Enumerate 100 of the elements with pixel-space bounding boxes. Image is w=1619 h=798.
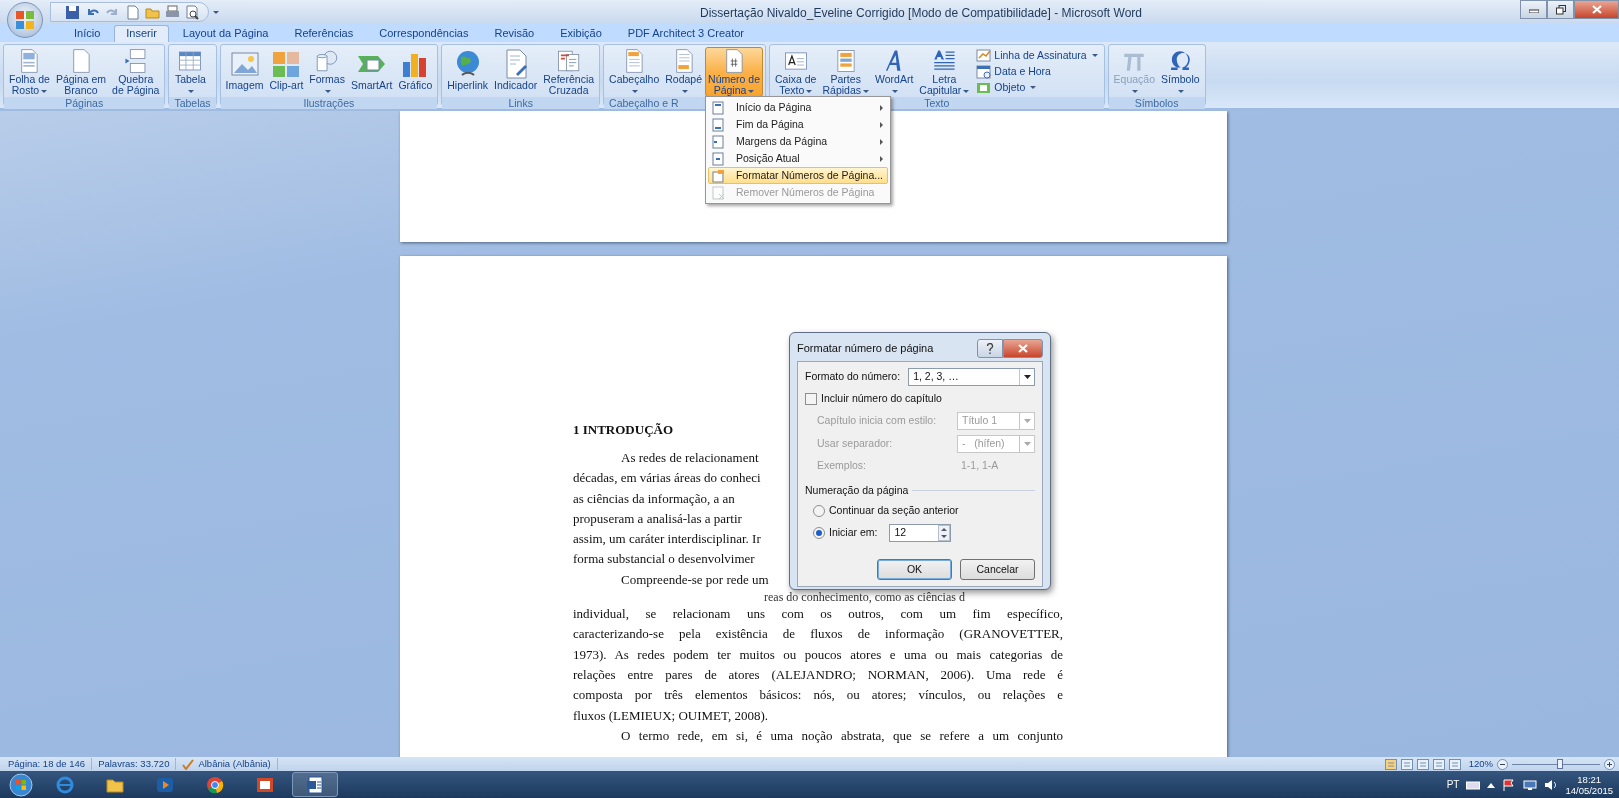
spinner-arrows-icon (938, 525, 951, 541)
print-preview-icon[interactable] (185, 4, 200, 20)
overlapping-text: reas do conhecimento, como as ciências d (764, 590, 965, 605)
field-label: Capítulo inicia com estilo: (817, 412, 938, 428)
ribbon-button[interactable]: Número de Página (705, 47, 763, 97)
ribbon-button[interactable]: Rodapé (662, 47, 706, 97)
restore-icon (1555, 4, 1566, 15)
ribbon-button[interactable]: Letra Capitular (916, 47, 973, 97)
window-title: Dissertação Nivaldo_Eveline Corrigido [Modo de Compatibilidade] - Microsoft Word (700, 5, 1142, 22)
language-label: Albânia (Albânia) (198, 758, 271, 770)
ribbon-button[interactable]: Cabeçalho (606, 47, 663, 97)
body-text-line: composta por três elementos básicos: nós, ou atores; vínculos, ou relações e (573, 686, 1063, 705)
dropdown-arrow-icon (1023, 418, 1031, 423)
body-text-line: caracterizando-se pela existência de fluxos de informação (GRANOVETTER, (573, 625, 1063, 644)
start-number-field[interactable]: 12 (889, 524, 952, 542)
ribbon-button[interactable]: Imagem (222, 47, 267, 97)
ribbon-tab[interactable]: Layout da Página (170, 25, 281, 42)
ribbon-button[interactable]: Caixa de Texto (772, 47, 820, 97)
view-mode-icon[interactable] (1432, 758, 1445, 770)
section-heading: 1 INTRODUÇÃO (573, 421, 674, 439)
ribbon-button[interactable]: Hiperlink (444, 47, 492, 97)
word-count: Palavras: 33.720 (92, 758, 177, 770)
ribbon-tab[interactable]: Revisão (482, 25, 547, 42)
ribbon-tab[interactable]: PDF Architect 3 Creator (615, 25, 756, 42)
menu-item[interactable]: Fim da Página (708, 116, 888, 133)
ribbon-button[interactable]: Gráfico (395, 47, 436, 97)
logo-icon (14, 9, 36, 31)
group-label: Símbolos (1108, 97, 1205, 109)
group-label: Links (442, 97, 600, 109)
ribbon-tab[interactable]: Inserir (114, 25, 169, 42)
zoom-slider-thumb[interactable] (1557, 758, 1564, 769)
zoom-out-icon[interactable] (1497, 758, 1508, 770)
body-text-line: Compreende-se por rede um (620, 571, 769, 587)
browser-icon (55, 774, 75, 795)
spelling-check-icon (182, 758, 195, 770)
help-icon (986, 342, 994, 354)
zoom-in-icon[interactable] (1604, 758, 1615, 770)
radio-label: Continuar da seção anterior (829, 503, 959, 519)
print-icon[interactable] (165, 4, 180, 20)
field-label: Exemplos: (817, 457, 868, 473)
page-bottom-icon (711, 117, 726, 132)
group-label: Tabelas (169, 97, 216, 109)
clock[interactable]: 18:21 14/05/2015 (1565, 773, 1613, 796)
zoom-level: 120% (1468, 756, 1493, 771)
view-mode-icon[interactable] (1384, 758, 1397, 770)
body-text-line: propuseram a analisá-las a partir (573, 510, 742, 526)
close-button[interactable] (1003, 338, 1043, 358)
office-button[interactable] (7, 2, 43, 38)
field-label: Formato do número: (805, 369, 901, 385)
page-top-icon (711, 100, 726, 115)
checkbox[interactable] (805, 392, 817, 405)
ribbon-tab[interactable]: Exibição (548, 25, 614, 42)
body-text-line: As redes de relacionament (620, 450, 759, 465)
ribbon-small-button[interactable]: Data e Hora (976, 64, 1098, 79)
ribbon-button[interactable]: Formas (306, 47, 348, 97)
radio-label: Iniciar em: (829, 525, 878, 541)
ribbon-small-button[interactable]: Linha de Assinatura (976, 48, 1098, 63)
view-mode-icon[interactable] (1400, 758, 1413, 770)
show-hidden-icons-icon[interactable] (1487, 781, 1496, 788)
group-label: Páginas (4, 97, 165, 109)
save-icon[interactable] (65, 4, 80, 20)
view-mode-icon[interactable] (1416, 758, 1429, 770)
group-label: Ilustrações (220, 97, 438, 109)
ribbon-button[interactable]: Símbolo (1158, 47, 1203, 97)
help-button[interactable] (977, 338, 1003, 358)
menu-item[interactable]: Margens da Página (708, 133, 888, 150)
body-text-line: O termo rede, em si, é uma noção abstrata, que se refere a um conjunto (620, 726, 1063, 745)
ribbon-button[interactable]: SmartArt (347, 47, 396, 97)
close-button[interactable] (1574, 0, 1619, 19)
ribbon-button[interactable]: Quebra de Página (109, 47, 163, 97)
ribbon-button[interactable]: Página em Branco (52, 47, 110, 97)
ribbon-button[interactable]: Clip-art (266, 47, 307, 97)
input-language[interactable]: PT (1446, 777, 1460, 792)
customize-caret-icon[interactable] (213, 10, 219, 14)
menu-item[interactable]: Posição Atual (708, 150, 888, 167)
ribbon-tab[interactable]: Referências (282, 25, 366, 42)
ribbon-button[interactable]: Tabela (171, 47, 210, 97)
ribbon-button[interactable]: Folha de Rosto (6, 47, 53, 97)
menu-item[interactable]: Formatar Números de Página... (708, 167, 888, 184)
minimize-icon (1528, 6, 1539, 13)
new-document-icon[interactable] (125, 4, 140, 20)
dialog-button[interactable]: Cancelar (960, 559, 1035, 580)
number-format-select[interactable]: 1, 2, 3, … (908, 368, 1035, 386)
radio-button[interactable] (813, 527, 825, 539)
ribbon-tab[interactable]: Início (62, 25, 113, 42)
body-text-line: forma substancial o desenvolvimer (573, 551, 755, 567)
ribbon-button[interactable]: Referência Cruzada (540, 47, 598, 97)
view-mode-icon[interactable] (1448, 758, 1461, 770)
speaker-icon[interactable] (1544, 778, 1559, 791)
ribbon-button[interactable]: Indicador (491, 47, 541, 97)
radio-button[interactable] (813, 505, 825, 518)
ribbon-tab[interactable]: Correspondências (367, 25, 481, 42)
taskbar-button[interactable] (292, 772, 338, 797)
body-text-line: fluxos (LEMIEUX; OUIMET, 2008). (573, 707, 769, 723)
body-text-line: as ciências da informação, a an (573, 490, 735, 506)
restore-button[interactable] (1547, 0, 1574, 19)
dialog-button[interactable]: OK (877, 559, 952, 580)
flag-icon[interactable] (1502, 778, 1517, 791)
ribbon-small-button[interactable]: Objeto (976, 80, 1098, 95)
body-text-line: relações entre pares de atores (ALEJANDRO; NORMAN, 2006). Uma rede é (573, 665, 1063, 684)
